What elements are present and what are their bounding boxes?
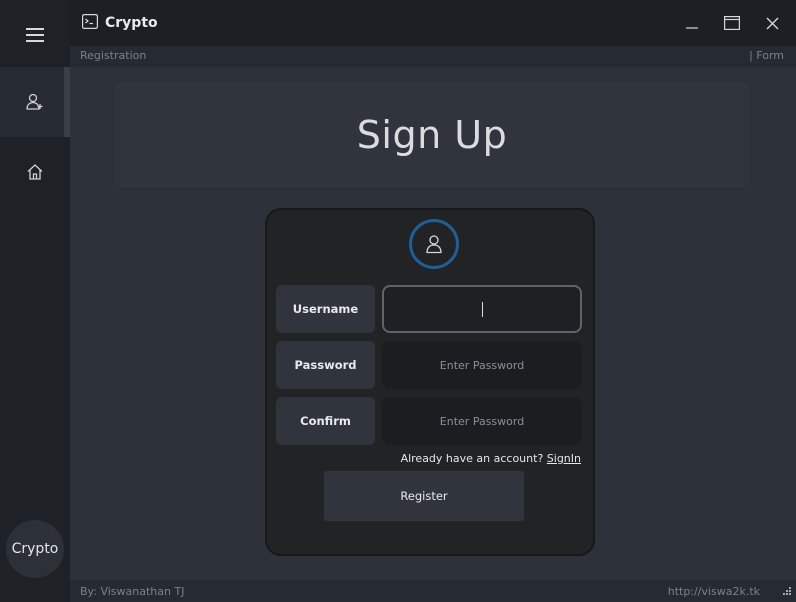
register-button[interactable]: Register	[324, 471, 524, 521]
close-button[interactable]	[760, 12, 784, 34]
signin-link[interactable]: SignIn	[547, 452, 581, 465]
hamburger-menu-icon	[26, 28, 44, 42]
website-link[interactable]: http://viswa2k.tk	[668, 585, 760, 598]
breadcrumb-bar: Registration | Form	[70, 46, 796, 67]
home-icon	[27, 164, 43, 180]
confirm-label: Confirm	[276, 397, 375, 445]
breadcrumb-page: Registration	[80, 49, 147, 62]
terminal-icon	[82, 14, 98, 29]
password-label: Password	[276, 341, 375, 389]
sidebar: Crypto	[0, 0, 70, 602]
minimize-icon	[686, 27, 698, 29]
username-label: Username	[276, 285, 375, 333]
add-user-icon	[26, 93, 43, 110]
confirm-password-field[interactable]: Enter Password	[382, 397, 582, 445]
menu-button[interactable]	[0, 0, 70, 70]
text-caret	[481, 301, 483, 317]
maximize-icon	[724, 16, 740, 30]
title-bar: Crypto	[70, 0, 796, 47]
sidebar-item-signup[interactable]	[0, 67, 70, 137]
crypto-badge[interactable]: Crypto	[6, 520, 64, 578]
sidebar-item-home[interactable]	[0, 137, 70, 207]
window-title: Crypto	[105, 15, 158, 31]
user-icon	[426, 235, 442, 254]
resize-grip-icon[interactable]	[782, 586, 792, 596]
status-bar: By: Viswanathan TJ http://viswa2k.tk	[70, 580, 796, 602]
signup-form-card: Username Password Enter Password Confirm…	[265, 208, 595, 556]
breadcrumb-section: | Form	[749, 49, 784, 62]
signin-prompt-row: Already have an account? SignIn	[401, 452, 581, 465]
username-field[interactable]	[382, 285, 582, 333]
main-content: Sign Up Username Password Enter Password…	[70, 67, 796, 580]
signin-prompt: Already have an account?	[400, 452, 544, 465]
minimize-button[interactable]	[680, 12, 704, 34]
author-credit: By: Viswanathan TJ	[80, 585, 185, 598]
avatar	[409, 219, 459, 269]
page-title: Sign Up	[114, 81, 750, 189]
close-icon	[766, 17, 778, 29]
password-field[interactable]: Enter Password	[382, 341, 582, 389]
maximize-button[interactable]	[720, 12, 744, 34]
